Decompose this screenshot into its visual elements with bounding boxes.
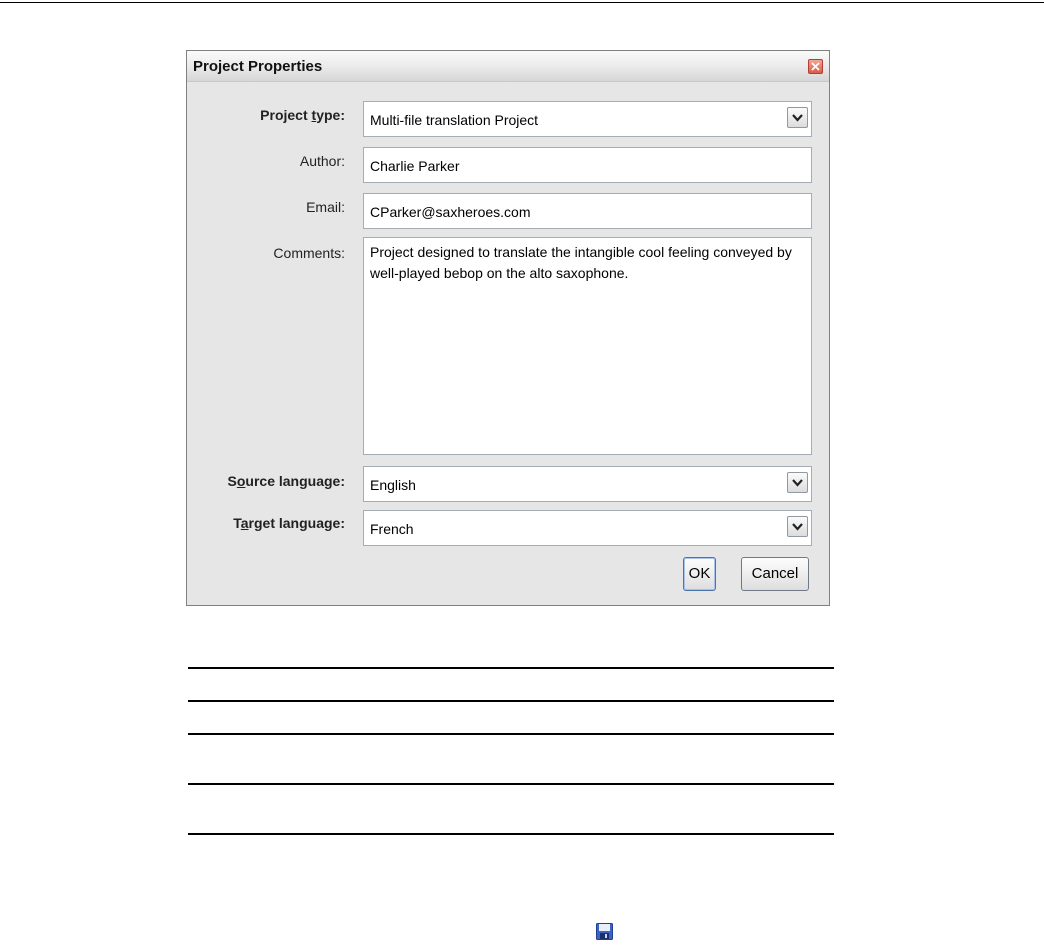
close-icon	[811, 62, 820, 71]
source-language-dropdown-button[interactable]	[787, 472, 808, 493]
project-type-select[interactable]: Multi-file translation Project	[363, 101, 812, 137]
chevron-down-icon	[792, 523, 803, 531]
cancel-button[interactable]: Cancel	[741, 557, 809, 591]
chevron-down-icon	[792, 479, 803, 487]
comments-value: Project designed to translate the intang…	[370, 244, 792, 281]
table-rule	[188, 667, 834, 669]
email-value: CParker@saxheroes.com	[370, 204, 531, 220]
close-button[interactable]	[808, 59, 823, 74]
page-top-rule	[0, 2, 1044, 3]
chevron-down-icon	[792, 114, 803, 122]
target-language-label: Target language:	[233, 515, 345, 531]
table-rule	[188, 783, 834, 785]
comments-textarea[interactable]: Project designed to translate the intang…	[363, 237, 812, 455]
comments-label: Comments:	[273, 245, 345, 261]
target-language-dropdown-button[interactable]	[787, 516, 808, 537]
author-label: Author:	[299, 153, 345, 169]
email-field[interactable]: CParker@saxheroes.com	[363, 193, 812, 229]
email-label: Email:	[306, 199, 345, 215]
source-language-label: Source language:	[227, 473, 346, 489]
ok-button[interactable]: OK	[683, 557, 716, 591]
project-type-label: Project type:	[260, 107, 345, 123]
table-rule	[188, 833, 834, 835]
project-type-value: Multi-file translation Project	[370, 112, 539, 128]
author-field[interactable]: Charlie Parker	[363, 147, 812, 183]
project-type-dropdown-button[interactable]	[787, 107, 808, 128]
dialog-titlebar[interactable]: Project Properties	[187, 51, 829, 82]
source-language-select[interactable]: English	[363, 466, 812, 502]
target-language-value: French	[370, 521, 414, 537]
save-icon	[596, 923, 613, 940]
table-rule	[188, 700, 834, 702]
source-language-value: English	[370, 477, 416, 493]
dialog-title: Project Properties	[193, 58, 323, 75]
project-properties-dialog: Project Properties Project type: Multi-f…	[186, 50, 830, 606]
table-rule	[188, 733, 834, 735]
target-language-select[interactable]: French	[363, 510, 812, 546]
author-value: Charlie Parker	[370, 158, 460, 174]
